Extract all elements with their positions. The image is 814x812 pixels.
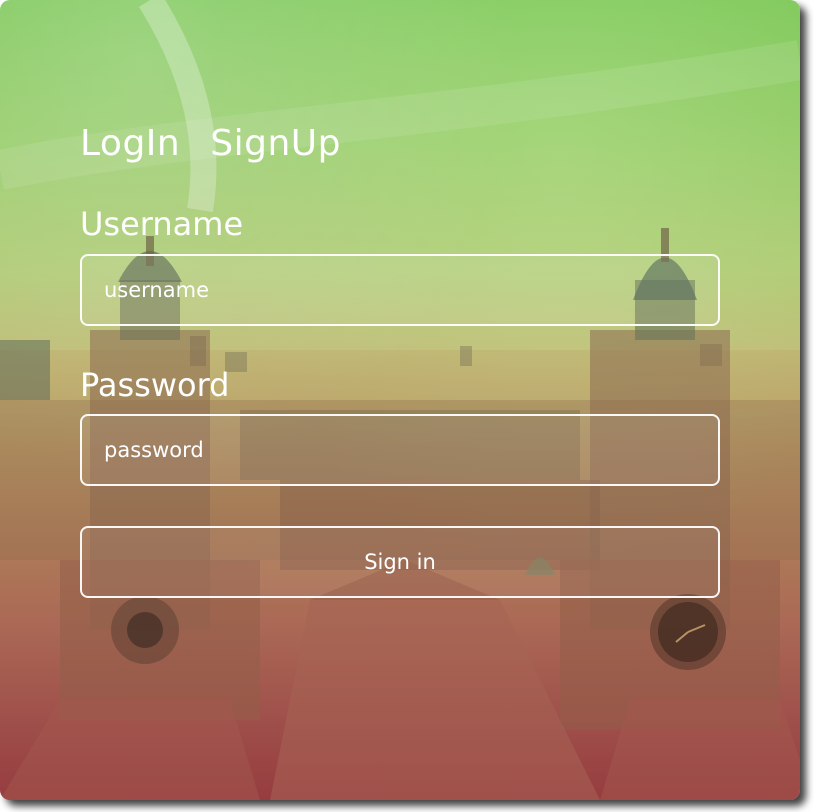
username-field-wrapper [80, 254, 720, 326]
username-label: Username [80, 205, 244, 243]
login-card: LogIn SignUp Username Password Sign in [0, 0, 800, 800]
tab-login[interactable]: LogIn [80, 120, 180, 168]
tab-signup[interactable]: SignUp [210, 120, 341, 168]
auth-tabs: LogIn SignUp [80, 120, 341, 168]
username-input[interactable] [82, 256, 718, 324]
password-input[interactable] [82, 416, 718, 484]
sign-in-button[interactable]: Sign in [80, 526, 720, 598]
password-field-wrapper [80, 414, 720, 486]
password-label: Password [80, 366, 230, 404]
